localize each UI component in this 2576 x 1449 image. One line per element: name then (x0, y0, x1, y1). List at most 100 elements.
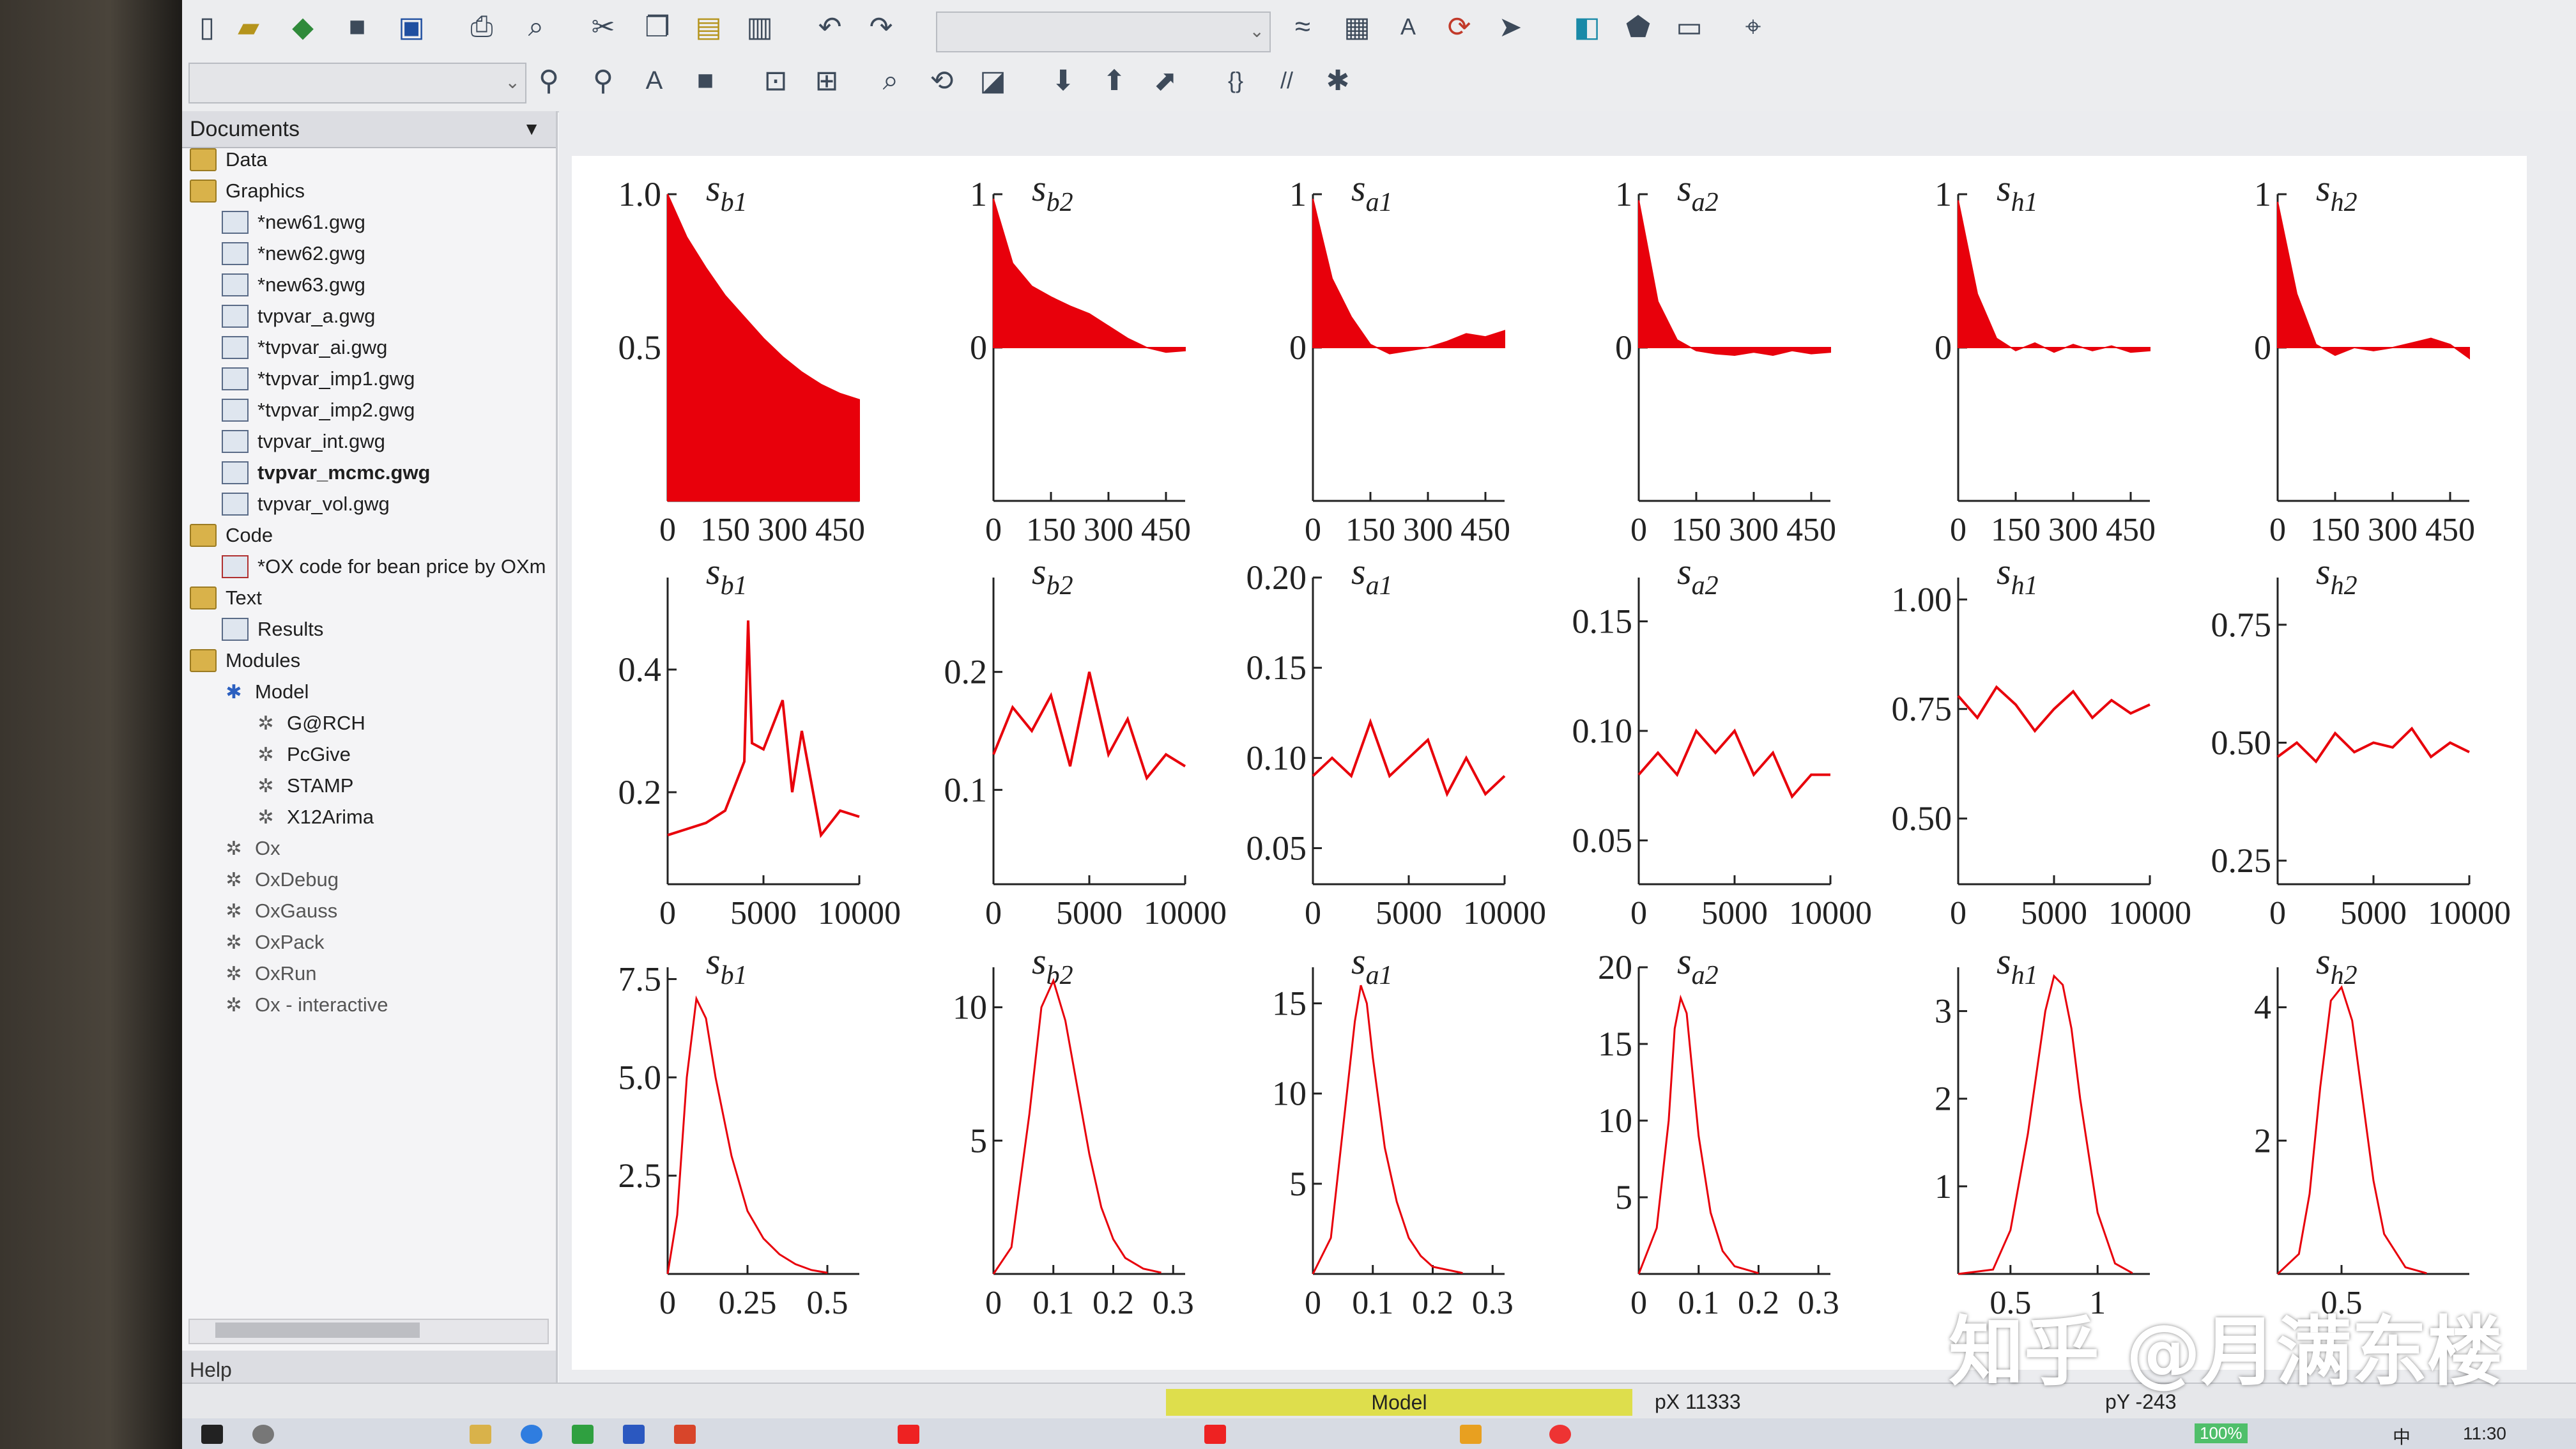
rotate-icon[interactable]: ⟲ (923, 62, 960, 99)
app2-icon[interactable] (1460, 1425, 1482, 1444)
undo-icon[interactable]: ↶ (811, 8, 848, 45)
graph-file-icon (222, 493, 249, 516)
arrange-icon[interactable]: ⬈ (1147, 62, 1184, 99)
documents-header[interactable]: Documents ▼ (182, 111, 556, 148)
dropdown-arrow-icon[interactable]: ▼ (523, 119, 540, 139)
tree-item-label: tvpvar_vol.gwg (257, 493, 390, 515)
tree-item[interactable]: Data (190, 148, 267, 171)
tree-item[interactable]: Results (222, 618, 323, 641)
tree-item[interactable]: tvpvar_mcmc.gwg (222, 461, 431, 484)
move-up-icon[interactable]: ⬆ (1096, 62, 1133, 99)
chrome-icon[interactable] (1549, 1425, 1571, 1444)
tree-item[interactable]: Text (190, 586, 262, 610)
tree-item[interactable]: ✲ X12Arima (254, 806, 374, 829)
new-doc-icon[interactable]: ▯ (188, 8, 226, 45)
app-icon[interactable] (1204, 1425, 1226, 1444)
tree-item-label: Modules (226, 649, 301, 671)
tree-item[interactable]: ✲ OxGauss (222, 900, 337, 923)
tree-item[interactable]: *new61.gwg (222, 211, 365, 234)
scrollbar-thumb[interactable] (215, 1322, 420, 1338)
redo-icon[interactable]: ↷ (862, 8, 900, 45)
cut-icon[interactable]: ✂ (585, 8, 622, 45)
help-cursor-icon[interactable]: ⌖ (1735, 8, 1772, 45)
spell-check-icon[interactable]: A (1390, 8, 1427, 45)
export-icon[interactable]: ⊞ (808, 62, 845, 99)
ppt-icon[interactable] (674, 1425, 696, 1444)
x-tick-label: 300 (2048, 512, 2098, 548)
copy-icon[interactable]: ❐ (639, 8, 676, 45)
ime-indicator[interactable]: 中 (2393, 1423, 2411, 1449)
graph-file-icon (222, 399, 249, 422)
calculator-icon[interactable]: ▦ (1338, 8, 1376, 45)
text-tool-icon[interactable]: A (636, 62, 673, 99)
excel-icon[interactable] (572, 1425, 594, 1444)
y-tick-label: 0 (1615, 328, 1632, 367)
refresh-icon[interactable]: ⟳ (1441, 8, 1478, 45)
tree-item[interactable]: ✲ STAMP (254, 774, 353, 797)
tree-item[interactable]: ✲ OxDebug (222, 868, 339, 891)
explorer-icon[interactable] (470, 1425, 491, 1444)
layers-icon[interactable]: ◪ (974, 62, 1011, 99)
import-icon[interactable]: ⊡ (757, 62, 794, 99)
x-tick-label: 5000 (2340, 895, 2407, 931)
tree-item[interactable]: *tvpvar_imp1.gwg (222, 367, 415, 390)
print-preview-icon[interactable]: ⌕ (518, 8, 555, 45)
graph-file-icon (222, 305, 249, 328)
word-icon[interactable] (623, 1425, 645, 1444)
graph-file-icon (222, 430, 249, 453)
braces-icon[interactable]: {} (1217, 62, 1254, 99)
tree-item[interactable]: tvpvar_int.gwg (222, 430, 385, 453)
move-down-icon[interactable]: ⬇ (1045, 62, 1082, 99)
tree-item[interactable]: ✲ G@RCH (254, 712, 365, 735)
clock[interactable]: 11:30 (2463, 1423, 2506, 1444)
tree-item[interactable]: Code (190, 524, 273, 547)
x-tick-label: 10000 (818, 895, 901, 931)
open-data-icon[interactable]: ◆ (284, 8, 321, 45)
search-icon[interactable] (252, 1425, 274, 1444)
window-icon[interactable]: ▭ (1671, 8, 1708, 45)
close-icon[interactable]: ■ (339, 8, 376, 45)
search-icon[interactable]: ⌕ (872, 62, 909, 99)
tree-item[interactable]: ✲ Ox (222, 837, 280, 860)
open-folder-icon[interactable]: ▰ (230, 8, 267, 45)
tree-item[interactable]: ✱ Model (222, 680, 309, 703)
tree-item[interactable]: tvpvar_vol.gwg (222, 493, 390, 516)
tree-item[interactable]: tvpvar_a.gwg (222, 305, 375, 328)
status-px: pX 11333 (1655, 1390, 1741, 1413)
tree-item[interactable]: ✲ OxRun (222, 962, 316, 985)
tree-item[interactable]: *tvpvar_ai.gwg (222, 336, 387, 359)
tree-item[interactable]: *new63.gwg (222, 273, 365, 296)
tree-item[interactable]: ✲ OxPack (222, 931, 324, 954)
tree-item[interactable]: *tvpvar_imp2.gwg (222, 399, 415, 422)
font-combo[interactable]: ⌄ (936, 12, 1271, 52)
tree-item[interactable]: ✲ PcGive (254, 743, 351, 766)
tree-item[interactable]: Graphics (190, 180, 305, 203)
edge-icon[interactable] (521, 1425, 542, 1444)
zoom-out-icon[interactable]: ⚲ (585, 62, 622, 99)
save-icon[interactable]: ▣ (393, 8, 430, 45)
style-combo[interactable]: ⌄ (188, 63, 526, 103)
run-icon[interactable]: ➤ (1492, 8, 1529, 45)
model-icon[interactable]: ◧ (1568, 8, 1606, 45)
x-tick-label: 150 (1991, 512, 2041, 548)
graph-canvas[interactable]: sb1 1.0 0.5 0 150 300 450 sb2 1 0 0 150 300 450 sa1 1 0 0… (572, 156, 2527, 1370)
chart-style-icon[interactable]: ≈ (1284, 8, 1321, 45)
folder-icon (190, 586, 217, 610)
paste-special-icon[interactable]: ▥ (741, 8, 778, 45)
tree-item[interactable]: ✲ Ox - interactive (222, 993, 388, 1016)
paste-icon[interactable]: ▤ (690, 8, 727, 45)
start-icon[interactable] (201, 1425, 223, 1444)
video-icon[interactable] (898, 1425, 919, 1444)
tree-item[interactable]: *new62.gwg (222, 242, 365, 265)
tree-item[interactable]: Modules (190, 649, 300, 672)
zoom-in-icon[interactable]: ⚲ (530, 62, 567, 99)
x-tick-label: 0.3 (1472, 1285, 1514, 1321)
database-icon[interactable]: ⬟ (1620, 8, 1657, 45)
comment-icon[interactable]: // (1268, 62, 1305, 99)
tree-item-label: Text (226, 586, 262, 609)
horizontal-scrollbar[interactable] (188, 1319, 549, 1344)
rectangle-tool-icon[interactable]: ■ (687, 62, 724, 99)
print-icon[interactable]: ⎙ (463, 8, 500, 45)
tree-item[interactable]: *OX code for bean price by OXm (222, 555, 546, 578)
debug-icon[interactable]: ✱ (1319, 62, 1356, 99)
